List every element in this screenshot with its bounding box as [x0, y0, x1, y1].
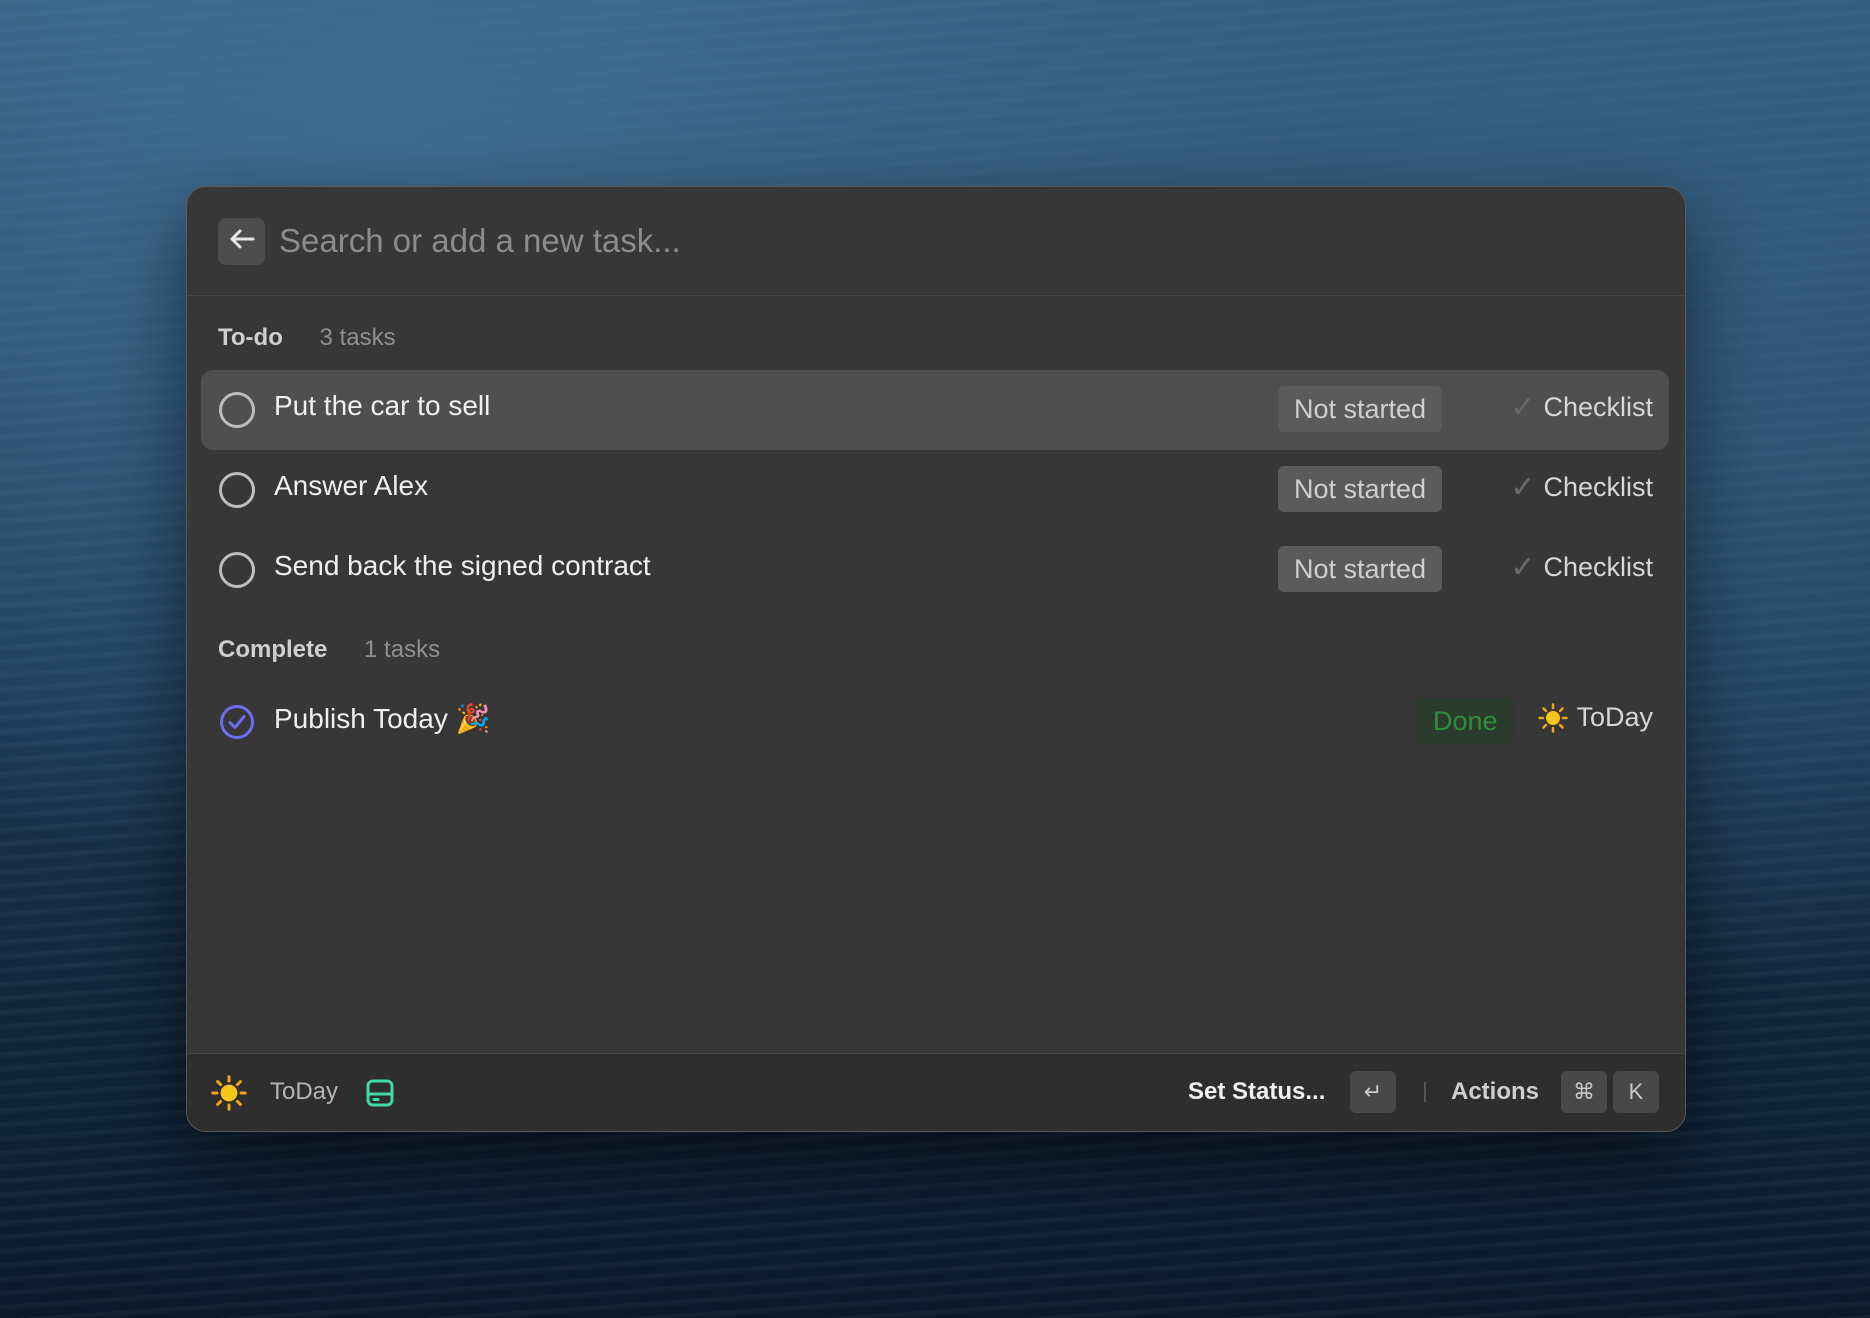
- checkmark-icon: ✓: [1510, 471, 1536, 504]
- app-name: ToDay: [270, 1078, 339, 1105]
- status-badge[interactable]: Not started: [1278, 386, 1443, 432]
- task-row[interactable]: Publish Today 🎉 Done ToDay: [201, 682, 1669, 762]
- task-title: Answer Alex: [274, 470, 429, 501]
- checkmark-icon: ✓: [1510, 391, 1536, 424]
- divider: [1424, 1082, 1426, 1102]
- section-title: To-do: [218, 324, 283, 351]
- status-badge[interactable]: Done: [1417, 698, 1514, 744]
- task-checkbox[interactable]: [219, 392, 255, 428]
- command-key-hint: ⌘: [1561, 1071, 1607, 1113]
- sun-icon: [211, 1075, 247, 1116]
- today-label: ToDay: [1576, 702, 1653, 732]
- task-title: Send back the signed contract: [274, 550, 651, 581]
- arrow-left-icon: [229, 228, 255, 255]
- task-row[interactable]: Send back the signed contract Not starte…: [201, 530, 1669, 610]
- inbox-icon[interactable]: [365, 1078, 395, 1113]
- checklist-label: Checklist: [1543, 392, 1653, 422]
- section-count: 1 tasks: [364, 636, 441, 663]
- footer-bar: ToDay Set Status... ↵ Actions ⌘ K: [187, 1053, 1685, 1131]
- checked-circle-icon[interactable]: [219, 704, 255, 740]
- status-badge[interactable]: Not started: [1278, 466, 1443, 512]
- search-bar: [187, 187, 1685, 296]
- today-app-window: To-do 3 tasks Put the car to sell Not st…: [186, 186, 1686, 1132]
- checklist-label: Checklist: [1543, 472, 1653, 502]
- complete-section-header: Complete 1 tasks: [218, 636, 440, 664]
- todo-section-header: To-do 3 tasks: [218, 324, 396, 352]
- enter-key-hint: ↵: [1350, 1071, 1396, 1113]
- sun-icon: [1538, 702, 1569, 733]
- actions-button[interactable]: Actions: [1451, 1078, 1539, 1106]
- task-title: Put the car to sell: [274, 390, 491, 421]
- k-key-hint: K: [1613, 1071, 1659, 1113]
- status-badge[interactable]: Not started: [1278, 546, 1443, 592]
- section-title: Complete: [218, 636, 328, 663]
- task-checkbox[interactable]: [219, 472, 255, 508]
- checklist-tag[interactable]: ✓ Checklist: [1510, 550, 1653, 585]
- today-tag[interactable]: ToDay: [1538, 702, 1653, 733]
- back-button[interactable]: [218, 218, 265, 265]
- section-count: 3 tasks: [319, 324, 396, 351]
- task-row[interactable]: Put the car to sell Not started ✓ Checkl…: [201, 370, 1669, 450]
- task-checkbox[interactable]: [219, 552, 255, 588]
- task-row[interactable]: Answer Alex Not started ✓ Checklist: [201, 450, 1669, 530]
- task-title: Publish Today 🎉: [274, 703, 491, 734]
- search-input[interactable]: [279, 211, 1639, 271]
- set-status-button[interactable]: Set Status...: [1188, 1078, 1325, 1106]
- checklist-tag[interactable]: ✓ Checklist: [1510, 470, 1653, 505]
- checklist-label: Checklist: [1543, 552, 1653, 582]
- checklist-tag[interactable]: ✓ Checklist: [1510, 390, 1653, 425]
- checkmark-icon: ✓: [1510, 551, 1536, 584]
